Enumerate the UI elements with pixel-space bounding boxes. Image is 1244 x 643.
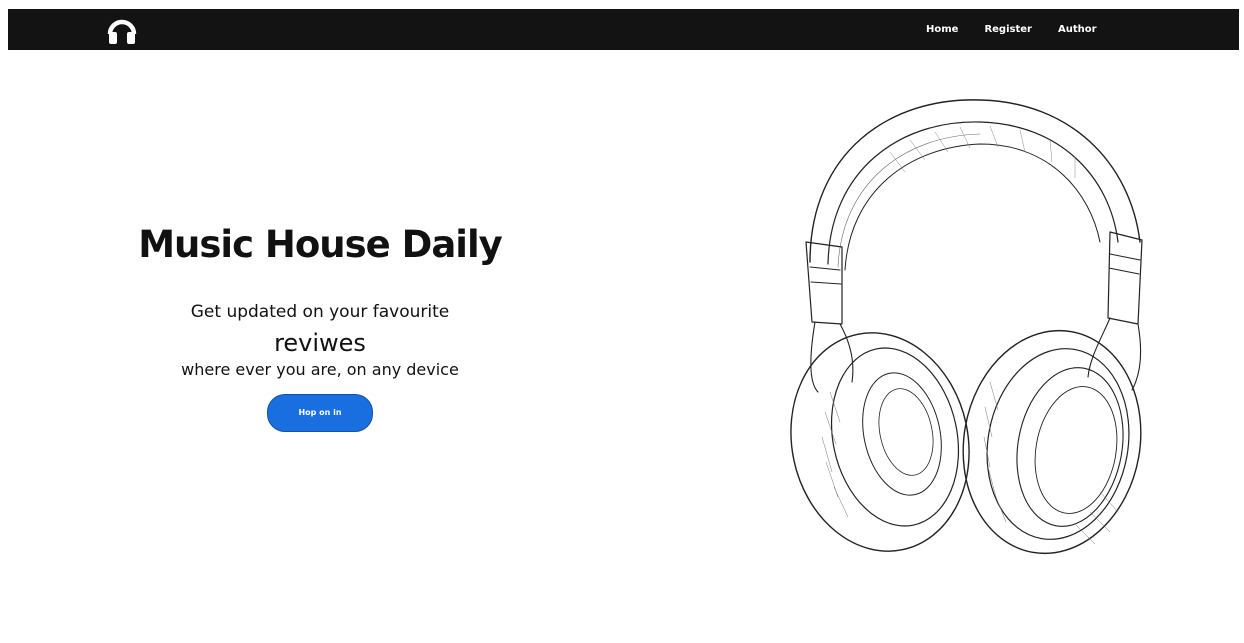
nav-link-register[interactable]: Register [984,24,1032,35]
hero-title: Music House Daily [138,223,503,266]
headphones-sketch-image [790,99,1143,555]
hero-subtitle-line1: Get updated on your favourite [190,302,450,322]
nav-link-home[interactable]: Home [926,24,958,35]
headphones-icon[interactable] [106,14,138,46]
page: Home Register Author Music House Daily G… [0,0,1244,643]
nav-links: Home Register Author [926,9,1123,50]
hero-subtitle-line2: reviwes [274,329,366,357]
navbar: Home Register Author [8,9,1239,50]
hero-section: Music House Daily Get updated on your fa… [120,220,520,432]
hop-on-in-button[interactable]: Hop on in [267,394,373,432]
nav-link-author[interactable]: Author [1058,24,1097,35]
hero-subtitle-line3: where ever you are, on any device [181,360,459,379]
